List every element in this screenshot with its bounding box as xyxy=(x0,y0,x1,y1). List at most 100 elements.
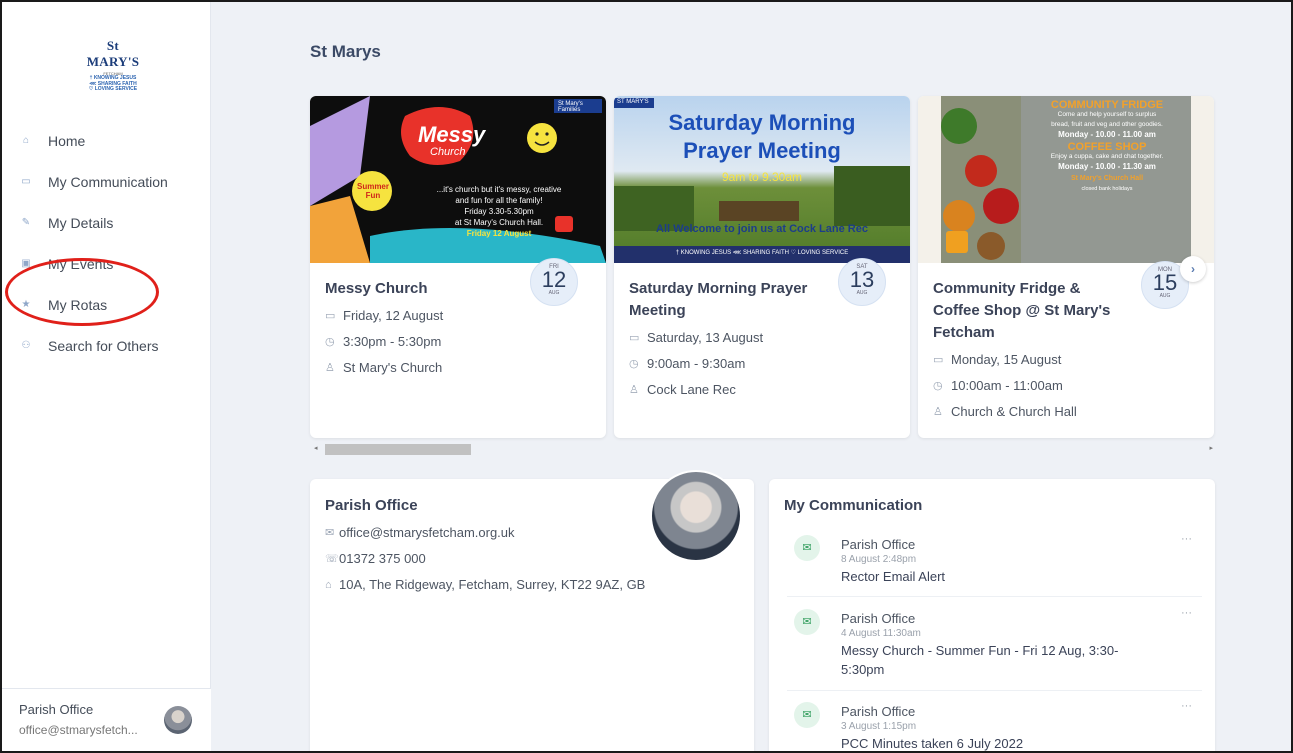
image-line-9: closed bank holidays xyxy=(1081,186,1133,192)
mail-icon: ✉ xyxy=(794,609,820,635)
sidebar-item-label: My Rotas xyxy=(48,296,108,313)
event-card-prayer-meeting[interactable]: ST MARY'S Saturday Morning Prayer Meetin… xyxy=(614,96,910,438)
event-date-text: Monday, 15 August xyxy=(951,352,1062,367)
event-location-text: Cock Lane Rec xyxy=(647,382,736,397)
event-time: ◷ 3:30pm - 5:30pm xyxy=(325,334,441,349)
image-brand: ST MARY'S xyxy=(617,99,649,105)
event-location: ♙ St Mary's Church xyxy=(325,360,442,375)
image-text-2: and fun for all the family! xyxy=(455,196,543,205)
clock-icon: ◷ xyxy=(325,336,335,348)
image-line-2: Prayer Meeting xyxy=(683,138,841,163)
image-line-3: bread, fruit and veg and other goodies. xyxy=(1051,121,1163,128)
sidebar-item-label: My Details xyxy=(48,214,114,231)
date-day: 12 xyxy=(541,267,567,292)
sidebar-item-label: My Events xyxy=(48,255,114,272)
image-line-5: † KNOWING JESUS ⋘ SHARING FAITH ♡ LOVING… xyxy=(675,250,849,256)
event-date: ▭ Friday, 12 August xyxy=(325,308,443,323)
current-user[interactable]: Parish Office office@stmarysfetch... xyxy=(2,688,211,751)
sidebar-item-my-rotas[interactable]: ★ My Rotas xyxy=(2,284,211,325)
chat-icon: ▭ xyxy=(21,176,31,187)
image-title: Messy xyxy=(418,122,486,147)
image-line-5: COFFEE SHOP xyxy=(1067,141,1147,153)
more-options-icon[interactable]: ··· xyxy=(1181,533,1192,545)
message-from: Parish Office xyxy=(841,704,916,719)
message-item[interactable]: ✉ Parish Office 3 August 1:15pm PCC Minu… xyxy=(787,696,1202,751)
parish-office-title: Parish Office xyxy=(325,497,418,514)
event-image: Messy Church Summer Fun St Mary's Famili… xyxy=(310,96,606,263)
message-subject: Rector Email Alert xyxy=(841,569,946,584)
event-image: COMMUNITY FRIDGE Come and help yourself … xyxy=(918,96,1214,263)
message-time: 8 August 2:48pm xyxy=(841,554,917,565)
pencil-icon: ✎ xyxy=(21,217,31,228)
logo-tagline-3: ♡ LOVING SERVICE xyxy=(88,86,138,92)
message-subject: Messy Church - Summer Fun - Fri 12 Aug, … xyxy=(841,643,1119,677)
sidebar-item-label: Search for Others xyxy=(48,337,159,354)
calendar-icon: ▣ xyxy=(21,258,31,269)
clock-icon: ◷ xyxy=(629,358,639,370)
location-icon: ♙ xyxy=(629,384,639,396)
date-month: AUG xyxy=(856,290,868,296)
sidebar-item-my-events[interactable]: ▣ My Events xyxy=(2,243,211,284)
image-line-4: Monday - 10.00 - 11.00 am xyxy=(1058,130,1156,139)
event-time-text: 10:00am - 11:00am xyxy=(951,378,1063,393)
event-location-text: Church & Church Hall xyxy=(951,404,1077,419)
parish-phone[interactable]: ☏ 01372 375 000 xyxy=(325,551,426,566)
parish-office-photo xyxy=(650,470,742,562)
event-time: ◷ 9:00am - 9:30am xyxy=(629,356,745,371)
sidebar-item-label: Home xyxy=(48,132,86,149)
sidebar: St MARY'S FETCHAM † KNOWING JESUS ⋘ SHAR… xyxy=(2,2,211,751)
message-item[interactable]: ✉ Parish Office 8 August 2:48pm Rector E… xyxy=(787,529,1202,597)
message-time: 4 August 11:30am xyxy=(841,628,921,639)
main-content: St Marys Messy Church Summer Fun St Mary… xyxy=(212,2,1291,751)
parish-office-card: Parish Office ✉ office@stmarysfetcham.org… xyxy=(310,470,754,751)
more-options-icon[interactable]: ··· xyxy=(1181,607,1192,619)
page-title: St Marys xyxy=(310,42,381,61)
scroll-right-arrow-icon[interactable]: ▸ xyxy=(1209,444,1213,452)
calendar-icon: ▭ xyxy=(325,310,336,322)
image-line-7: Monday - 10.00 - 11.30 am xyxy=(1058,162,1156,171)
message-item[interactable]: ✉ Parish Office 4 August 11:30am Messy C… xyxy=(787,603,1202,691)
event-title[interactable]: Saturday Morning Prayer Meeting xyxy=(629,278,834,322)
sidebar-item-search-for-others[interactable]: ⚇ Search for Others xyxy=(2,325,211,366)
event-image: ST MARY'S Saturday Morning Prayer Meetin… xyxy=(614,96,910,263)
carousel-next-button[interactable]: › xyxy=(1180,256,1206,282)
mail-icon: ✉ xyxy=(794,702,820,728)
location-icon: ♙ xyxy=(933,406,943,418)
event-date-text: Saturday, 13 August xyxy=(647,330,764,345)
image-badge: Summer Fun xyxy=(356,182,389,200)
sidebar-item-home[interactable]: ⌂ Home xyxy=(2,120,211,161)
parish-address: ⌂ 10A, The Ridgeway, Fetcham, Surrey, KT2… xyxy=(325,577,645,592)
more-options-icon[interactable]: ··· xyxy=(1181,700,1192,712)
home-icon: ⌂ xyxy=(22,135,30,146)
event-title[interactable]: Community Fridge & Coffee Shop @ St Mary… xyxy=(933,278,1123,344)
image-line-3: 9am to 9.30am xyxy=(721,170,803,184)
date-day: 13 xyxy=(849,267,875,292)
parish-email[interactable]: ✉ office@stmarysfetcham.org.uk xyxy=(325,525,515,540)
fridge-text: COMMUNITY FRIDGE Come and help yourself … xyxy=(1026,100,1188,194)
location-icon: ♙ xyxy=(325,362,335,374)
event-date: ▭ Saturday, 13 August xyxy=(629,330,763,345)
church-logo[interactable]: St MARY'S FETCHAM † KNOWING JESUS ⋘ SHAR… xyxy=(81,38,145,92)
date-month: AUG xyxy=(1159,293,1171,299)
image-brand: St Mary's Families xyxy=(558,101,583,113)
avatar[interactable] xyxy=(164,706,192,734)
event-card-community-fridge[interactable]: COMMUNITY FRIDGE Come and help yourself … xyxy=(918,96,1214,438)
user-email: office@stmarysfetch... xyxy=(19,723,138,737)
calendar-icon: ▭ xyxy=(629,332,640,344)
event-time-text: 3:30pm - 5:30pm xyxy=(343,334,442,349)
sidebar-item-my-communication[interactable]: ▭ My Communication xyxy=(2,161,211,202)
people-icon: ⚇ xyxy=(21,340,31,351)
event-time: ◷ 10:00am - 11:00am xyxy=(933,378,1063,393)
sidebar-item-my-details[interactable]: ✎ My Details xyxy=(2,202,211,243)
event-card-messy-church[interactable]: Messy Church Summer Fun St Mary's Famili… xyxy=(310,96,606,438)
scrollbar-thumb[interactable] xyxy=(325,444,471,455)
parish-email-text: office@stmarysfetcham.org.uk xyxy=(339,525,515,540)
scroll-left-arrow-icon[interactable]: ◂ xyxy=(314,444,318,452)
carousel-scrollbar[interactable]: ◂ ▸ xyxy=(311,442,1216,456)
event-location: ♙ Church & Church Hall xyxy=(933,404,1077,419)
event-date-text: Friday, 12 August xyxy=(343,308,444,323)
event-location-text: St Mary's Church xyxy=(343,360,443,375)
message-subject: PCC Minutes taken 6 July 2022 xyxy=(841,736,1024,751)
event-title[interactable]: Messy Church xyxy=(325,278,525,300)
image-text: ...it's church but it's messy, creative … xyxy=(394,184,604,239)
